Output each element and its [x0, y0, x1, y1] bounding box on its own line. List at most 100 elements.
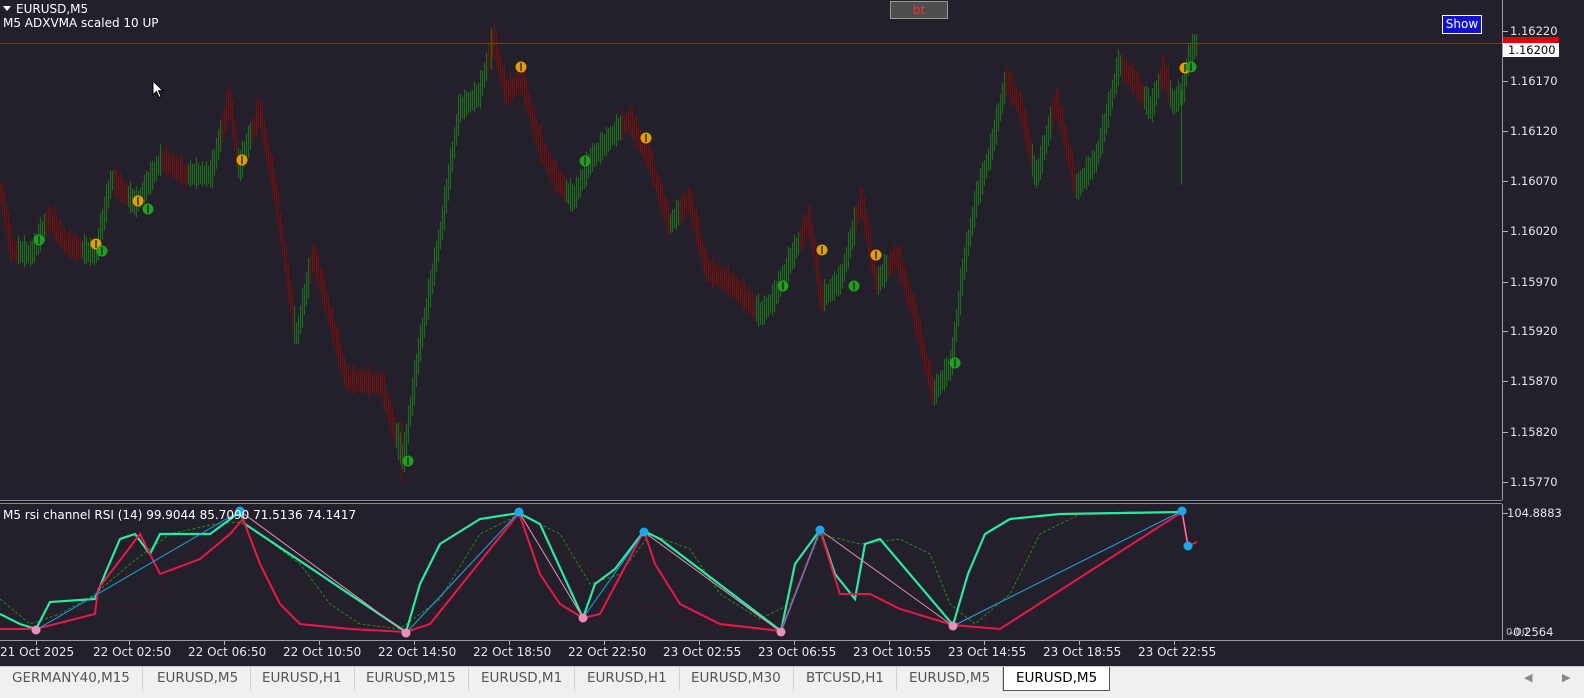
buy-signal-icon[interactable] — [96, 245, 108, 257]
rsi-signal-line — [0, 510, 1198, 634]
indicator-label: M5 ADXVMA scaled 10 UP — [3, 16, 159, 30]
buy-signal-icon[interactable] — [142, 203, 154, 215]
price-axis-label: 1.15770 — [1510, 475, 1558, 489]
swing-low-point — [578, 613, 588, 623]
swing-high-point — [1183, 541, 1193, 551]
chart-tab[interactable]: GERMANY40,M15 — [0, 667, 143, 691]
chart-tab[interactable]: EURUSD,H1 — [575, 667, 680, 691]
zigzag-line — [780, 529, 821, 633]
current-price-line — [0, 43, 1502, 44]
time-axis-label: 22 Oct 06:50 — [188, 645, 267, 659]
chart-tabs-bar: GERMANY40,M15 EURUSD,M5 EURUSD,H1 EURUSD,M1… — [0, 666, 1584, 698]
price-axis-tick — [1503, 231, 1508, 232]
chart-tab[interactable]: EURUSD,M30 — [679, 667, 794, 691]
rsi-indicator-pane[interactable]: M5 rsi channel RSI (14) 99.9044 85.7090 … — [0, 504, 1502, 640]
buy-signal-icon[interactable] — [33, 234, 45, 246]
price-axis-label: 1.15920 — [1510, 324, 1558, 338]
buy-signal-icon[interactable] — [848, 280, 860, 292]
zigzag-line — [582, 531, 645, 619]
chart-symbol: EURUSD,M5 — [16, 2, 89, 16]
rsi-indicator-label: M5 rsi channel RSI (14) 99.9044 85.7090 … — [3, 508, 357, 522]
rsi-axis[interactable]: 104.8883 0.00 -0.2564 — [1502, 504, 1584, 640]
chart-tab[interactable]: EURUSD,M5 — [1003, 667, 1111, 691]
time-axis-label: 23 Oct 14:55 — [948, 645, 1027, 659]
price-axis-label: 1.16070 — [1510, 174, 1558, 188]
swing-high-point — [815, 525, 825, 535]
mouse-cursor-icon — [152, 80, 164, 99]
price-axis-label: 1.15870 — [1510, 374, 1558, 388]
time-axis-label: 23 Oct 02:55 — [663, 645, 742, 659]
chart-tab[interactable]: EURUSD,M1 — [469, 667, 576, 691]
sell-signal-icon[interactable] — [515, 61, 527, 73]
time-axis-label: 21 Oct 2025 — [0, 645, 75, 659]
sell-signal-icon[interactable] — [132, 195, 144, 207]
scroll-left-icon[interactable]: ◀ — [1524, 671, 1532, 684]
zigzag-line — [1181, 510, 1189, 547]
chart-tab[interactable]: EURUSD,M5 — [897, 667, 1004, 691]
buy-signal-icon[interactable] — [579, 155, 591, 167]
price-axis-tick — [1503, 432, 1508, 433]
time-axis-label: 23 Oct 22:55 — [1138, 645, 1217, 659]
chart-tab[interactable]: EURUSD,H1 — [250, 667, 355, 691]
buy-signal-icon[interactable] — [777, 280, 789, 292]
rsi-axis-top-label: 104.8883 — [1507, 506, 1562, 520]
time-axis-label: 22 Oct 10:50 — [283, 645, 362, 659]
time-axis-label: 23 Oct 18:55 — [1043, 645, 1122, 659]
sell-signal-icon[interactable] — [816, 244, 828, 256]
zigzag-line — [952, 510, 1183, 627]
time-axis-label: 22 Oct 22:50 — [568, 645, 647, 659]
price-axis-label: 1.16120 — [1510, 124, 1558, 138]
price-axis-label: 1.16170 — [1510, 74, 1558, 88]
current-price-tag: 1.16200 — [1503, 43, 1559, 57]
price-axis-tick — [1503, 31, 1508, 32]
price-axis-label: 1.15820 — [1510, 425, 1558, 439]
buy-signal-icon[interactable] — [402, 455, 414, 467]
sell-signal-icon[interactable] — [236, 154, 248, 166]
time-axis[interactable]: 21 Oct 2025 22 Oct 02:50 22 Oct 06:50 22 Oc… — [0, 640, 1584, 666]
price-axis-tick — [1503, 81, 1508, 82]
time-axis-label: 22 Oct 14:50 — [378, 645, 457, 659]
scroll-right-icon[interactable]: ▶ — [1562, 671, 1570, 684]
time-axis-label: 23 Oct 06:55 — [758, 645, 837, 659]
chart-tab[interactable]: EURUSD,M15 — [354, 667, 469, 691]
bt-button[interactable]: bt — [890, 1, 948, 19]
price-axis-tick — [1503, 331, 1508, 332]
time-axis-label: 23 Oct 10:55 — [853, 645, 932, 659]
price-chart-pane[interactable] — [0, 0, 1502, 500]
price-axis[interactable]: 1.16220 1.16170 1.16120 1.16070 1.16020 1.159… — [1502, 0, 1584, 500]
show-button[interactable]: Show — [1442, 15, 1482, 34]
price-axis-tick — [1503, 381, 1508, 382]
chart-title[interactable]: EURUSD,M5 — [3, 2, 88, 16]
price-chart-canvas[interactable] — [0, 0, 1502, 500]
swing-high-point — [514, 507, 524, 517]
rsi-channel-line — [0, 511, 1180, 630]
rsi-line — [0, 510, 1183, 634]
swing-high-point — [639, 527, 649, 537]
rsi-axis-bottom-label: -0.2564 — [1509, 625, 1554, 639]
rsi-channel-line — [0, 513, 1180, 633]
dropdown-triangle-icon[interactable] — [3, 6, 11, 11]
price-axis-label: 1.15970 — [1510, 275, 1558, 289]
zigzag-line — [35, 510, 241, 631]
price-axis-tick — [1503, 181, 1508, 182]
chart-tab[interactable]: EURUSD,M5 — [145, 667, 252, 691]
swing-low-point — [31, 625, 41, 635]
time-axis-label: 22 Oct 02:50 — [93, 645, 172, 659]
time-axis-label: 22 Oct 18:50 — [473, 645, 552, 659]
buy-signal-icon[interactable] — [949, 357, 961, 369]
price-axis-label: 1.16020 — [1510, 224, 1558, 238]
sell-signal-icon[interactable] — [870, 249, 882, 261]
price-axis-label: 1.16220 — [1510, 24, 1558, 38]
price-axis-tick — [1503, 131, 1508, 132]
swing-low-point — [776, 627, 786, 637]
buy-signal-icon[interactable] — [1185, 61, 1197, 73]
zigzag-line — [518, 511, 584, 619]
swing-low-point — [401, 628, 411, 638]
price-axis-tick — [1503, 482, 1508, 483]
sell-signal-icon[interactable] — [640, 132, 652, 144]
price-axis-tick — [1503, 282, 1508, 283]
zigzag-line — [819, 529, 954, 627]
rsi-indicator-canvas[interactable] — [0, 504, 1502, 640]
swing-high-point — [1177, 506, 1187, 516]
chart-tab[interactable]: BTCUSD,H1 — [794, 667, 898, 691]
